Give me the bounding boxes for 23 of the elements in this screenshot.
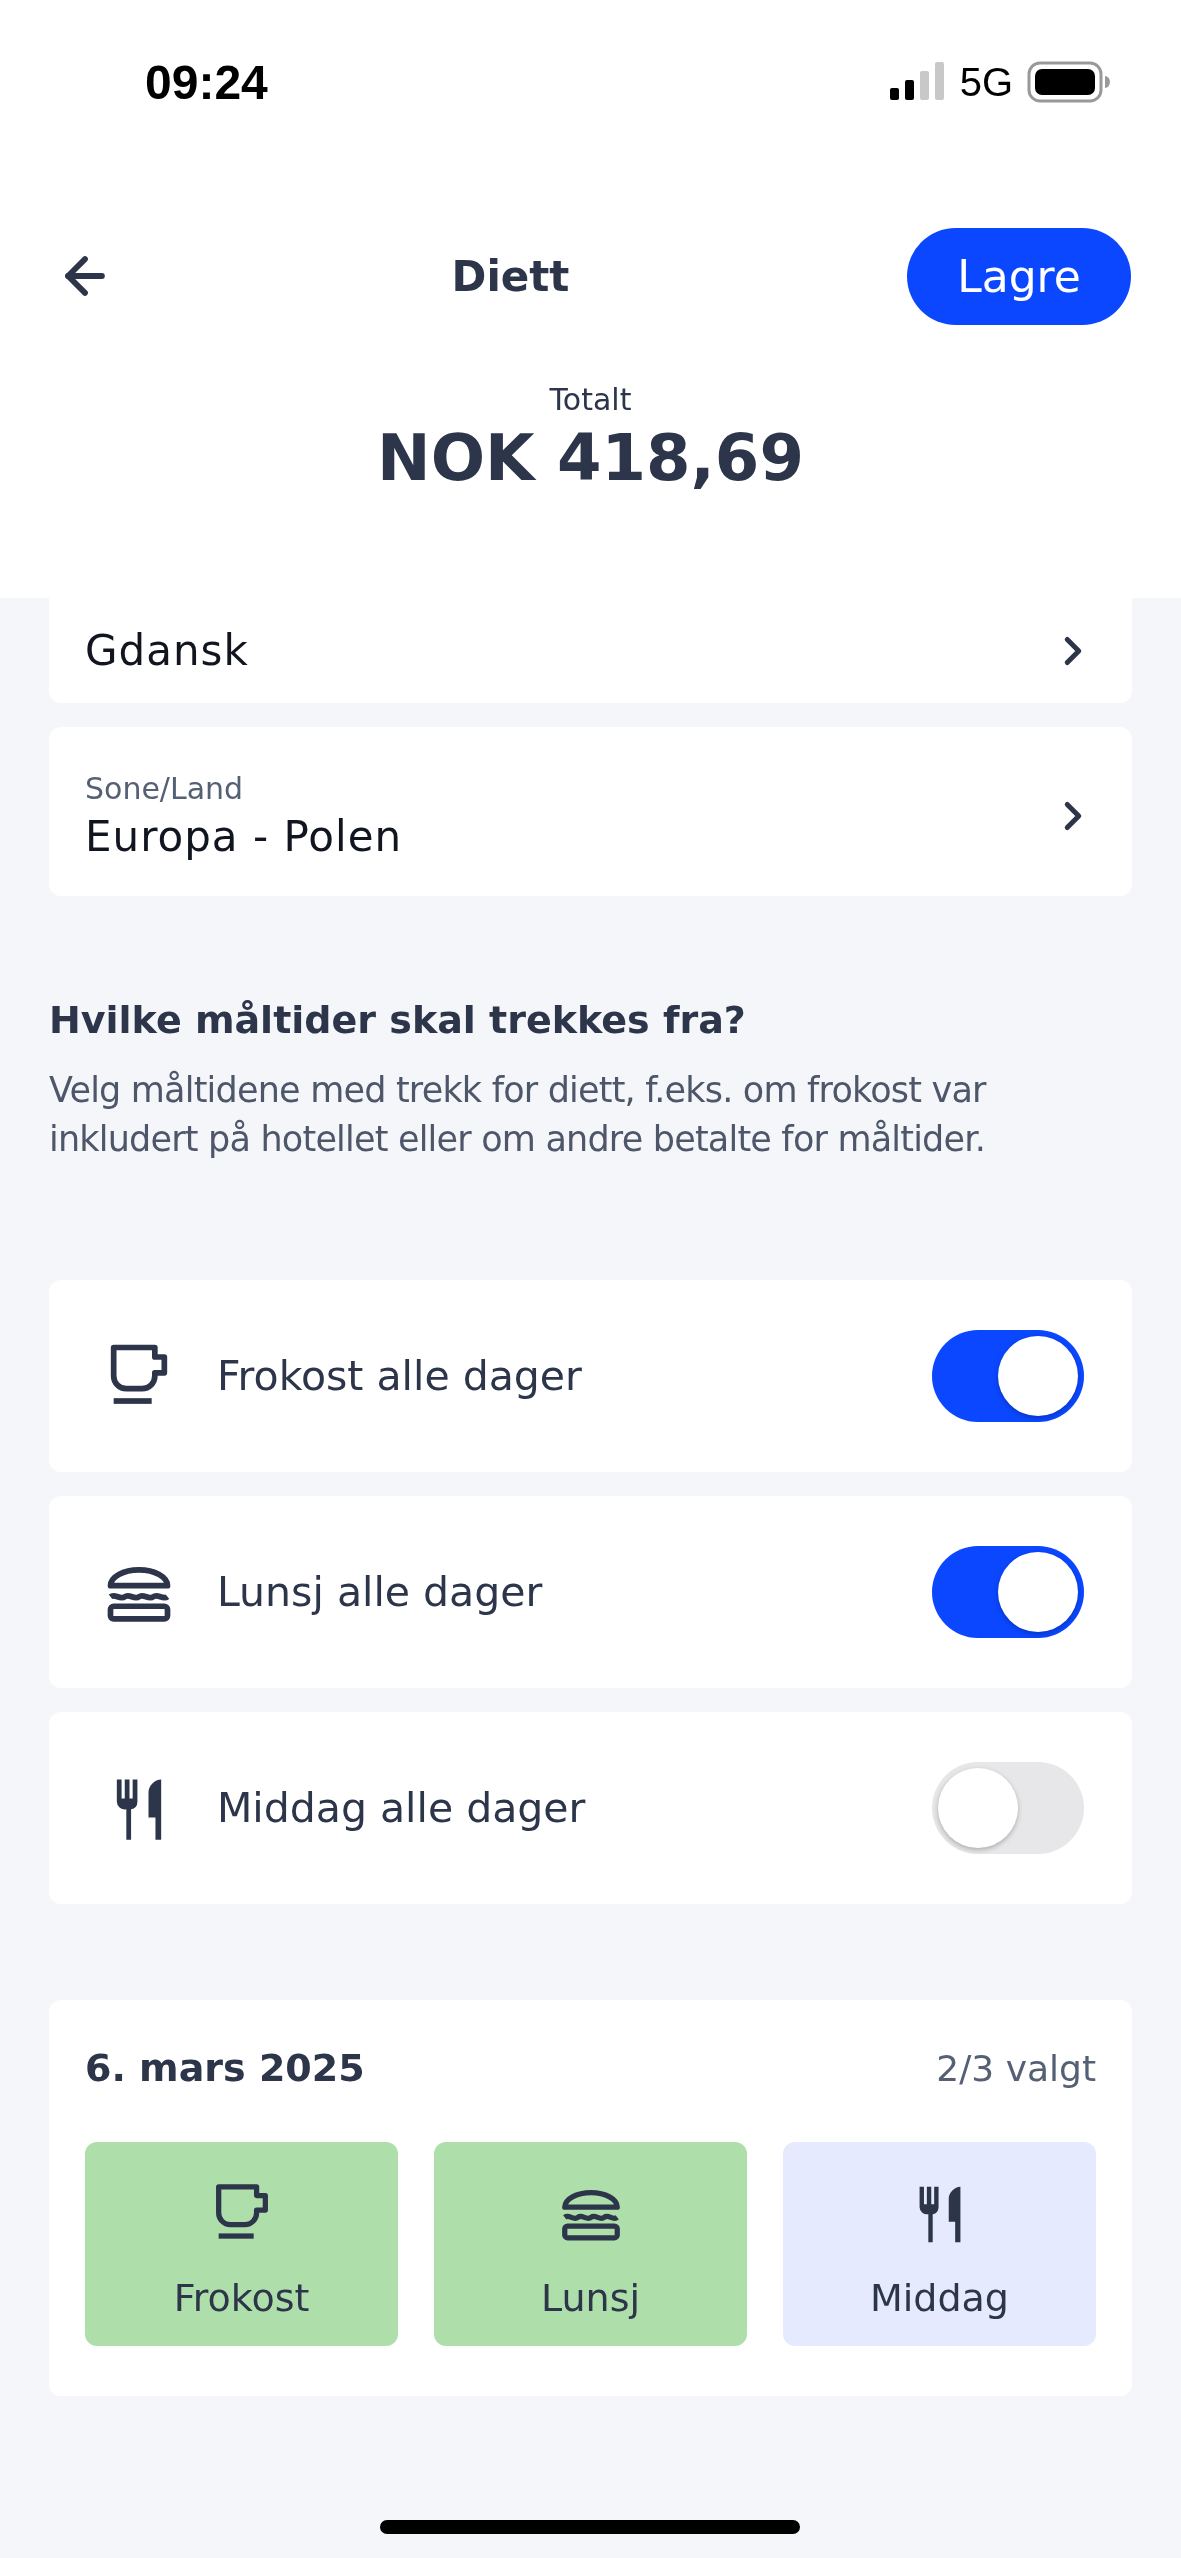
toggle-label: Lunsj alle dager (217, 1568, 544, 1616)
status-time: 09:24 (145, 54, 268, 110)
field-value: Gdansk (85, 626, 249, 675)
page-title: Diett (451, 251, 570, 301)
meal-chip[interactable]: Lunsj (434, 2142, 747, 2346)
battery-icon (1027, 61, 1111, 103)
network-label: 5G (959, 59, 1013, 105)
day-date: 6. mars 2025 (85, 2046, 365, 2090)
toggle-label: Frokost alle dager (217, 1352, 583, 1400)
field-label: Sone/Land (85, 770, 245, 806)
total-label: Totalt (549, 382, 632, 417)
section-description: Velg måltidene med trekk for diett, f.eks. om frokost var inkludert på hotellet eller om andre betalte for måltider. (49, 1069, 988, 1161)
signal-icon (889, 62, 946, 102)
total-amount: NOK 418,69 (377, 421, 804, 495)
meal-chip[interactable]: Middag (783, 2142, 1096, 2346)
field-value: Europa - Polen (85, 811, 403, 861)
field-row[interactable]: Gdansk (49, 598, 1132, 703)
selected-count: 2/3 valgt (936, 2047, 1096, 2089)
save-button[interactable]: Lagre (907, 227, 1131, 325)
meal-chip[interactable]: Frokost (85, 2142, 398, 2346)
field-row[interactable]: Sone/Land Europa - Polen (49, 727, 1132, 896)
toggle-label: Middag alle dager (217, 1784, 587, 1832)
section-heading: Hvilke måltider skal trekkes fra? (49, 998, 747, 1042)
